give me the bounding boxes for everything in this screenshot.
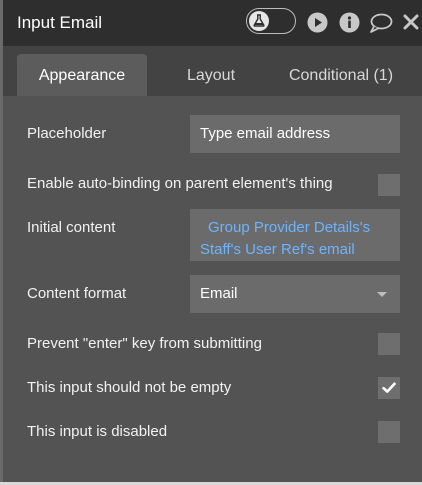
not-empty-checkbox[interactable] [378,377,400,399]
placeholder-input[interactable]: Type email address [190,115,400,153]
content-format-label: Content format [27,285,127,302]
comment-icon[interactable] [369,13,393,38]
content-format-dropdown[interactable]: Email [190,275,400,313]
prevent-enter-checkbox[interactable] [378,333,400,355]
tab-bar: Appearance Layout Conditional (1) [3,46,422,96]
close-icon[interactable] [403,14,419,35]
dynamic-expression-line: Staff's User Ref's email [200,241,355,258]
checkmark-icon [382,382,396,393]
test-mode-toggle[interactable] [246,8,296,34]
content-format-value: Email [200,285,238,302]
chevron-down-icon [377,292,387,297]
panel-title: Input Email [17,13,103,32]
placeholder-label: Placeholder [27,125,107,142]
flask-icon [249,10,269,31]
panel-header: Input Email [3,0,422,46]
initial-content-label: Initial content [27,219,116,236]
auto-binding-label: Enable auto-binding on parent element's … [27,175,333,192]
info-icon[interactable] [339,12,360,38]
dynamic-expression-line: Group Provider Details's [208,219,371,236]
tab-appearance[interactable]: Appearance [17,54,147,96]
disabled-label: This input is disabled [27,423,168,440]
tab-layout[interactable]: Layout [171,46,251,96]
disabled-checkbox[interactable] [378,421,400,443]
tab-conditional[interactable]: Conditional (1) [281,46,401,96]
prevent-enter-label: Prevent "enter" key from submitting [27,335,262,352]
initial-content-input[interactable]: Group Provider Details's Staff's User Re… [190,209,400,261]
not-empty-label: This input should not be empty [27,379,232,396]
auto-binding-checkbox[interactable] [378,174,400,196]
play-icon[interactable] [307,12,328,38]
property-editor-panel: Input Email Appearance Layout Conditiona… [0,0,422,485]
